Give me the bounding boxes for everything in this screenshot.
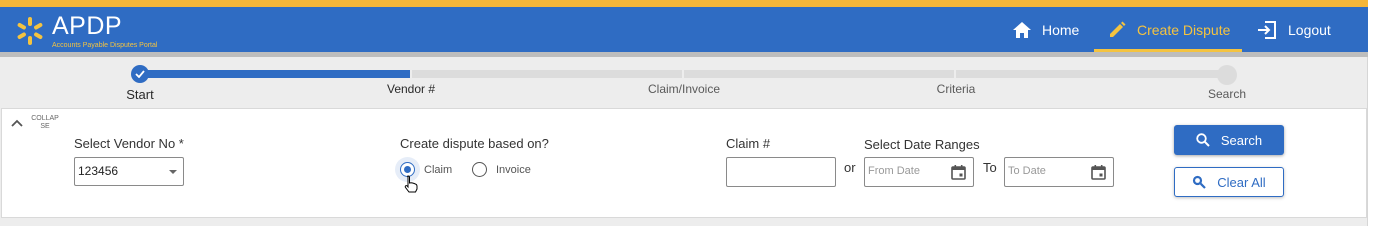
stepper-track-segment: [956, 70, 1226, 78]
step-label-criteria[interactable]: Criteria: [937, 82, 976, 96]
app-subtitle: Accounts Payable Disputes Portal: [52, 42, 158, 49]
hand-cursor-icon: [404, 175, 418, 193]
nav-create-dispute[interactable]: Create Dispute: [1093, 7, 1243, 52]
collapse-toggle[interactable]: COLLAP SE: [11, 115, 62, 131]
home-icon: [1013, 21, 1031, 38]
top-navbar: APDP Accounts Payable Disputes Portal Ho…: [0, 7, 1368, 52]
or-label: or: [844, 160, 856, 175]
nav-logout-label: Logout: [1288, 21, 1331, 38]
claim-number-label: Claim #: [726, 136, 771, 151]
step-label-start[interactable]: Start: [126, 87, 153, 102]
dropdown-caret-icon: [169, 170, 177, 174]
stepper-track-segment: [684, 70, 954, 78]
radio-invoice-label: Invoice: [496, 163, 531, 176]
stepper-track-segment: [412, 70, 682, 78]
clear-all-button-label: Clear All: [1217, 174, 1266, 190]
app-frame: APDP Accounts Payable Disputes Portal Ho…: [0, 0, 1368, 226]
search-button-label: Search: [1220, 132, 1263, 148]
to-date-placeholder: To Date: [1008, 165, 1046, 177]
to-label: To: [983, 160, 997, 175]
dispute-basis-label: Create dispute based on?: [400, 136, 549, 151]
step-end-dot[interactable]: [1217, 65, 1237, 85]
stepper-track-filled: [140, 70, 410, 78]
step-label-search[interactable]: Search: [1208, 87, 1246, 101]
step-start-dot[interactable]: [131, 65, 149, 83]
vendor-label: Select Vendor No *: [74, 136, 184, 151]
app-title[interactable]: APDP: [52, 12, 122, 40]
date-range-label: Select Date Ranges: [864, 137, 980, 152]
step-label-claim-invoice[interactable]: Claim/Invoice: [648, 82, 720, 96]
radio-claim-label: Claim: [424, 163, 453, 176]
search-criteria-panel: COLLAP SE Select Vendor No * 123456 Crea…: [1, 108, 1367, 218]
calendar-icon[interactable]: [951, 164, 966, 180]
collapse-label: COLLAP: [31, 115, 59, 122]
vendor-select-value: 123456: [78, 164, 119, 178]
from-date-placeholder: From Date: [868, 165, 920, 177]
chevron-up-icon: [11, 119, 23, 127]
nav-logout[interactable]: Logout: [1257, 7, 1331, 52]
vendor-select[interactable]: 123456: [74, 157, 184, 186]
claim-number-input[interactable]: [726, 157, 836, 187]
clear-search-icon: [1193, 175, 1207, 189]
nav-create-dispute-label: Create Dispute: [1137, 21, 1231, 38]
to-date-input[interactable]: To Date: [1004, 157, 1114, 187]
collapse-label: SE: [40, 123, 50, 130]
nav-home-label: Home: [1042, 21, 1080, 38]
clear-all-button[interactable]: Clear All: [1174, 167, 1284, 197]
search-icon: [1196, 133, 1210, 147]
pencil-icon: [1110, 21, 1126, 37]
from-date-input[interactable]: From Date: [864, 157, 974, 187]
nav-home[interactable]: Home: [1013, 7, 1079, 52]
top-accent-stripe: [0, 0, 1368, 7]
logout-icon: [1258, 20, 1276, 39]
calendar-icon[interactable]: [1091, 164, 1106, 180]
step-label-vendor[interactable]: Vendor #: [387, 82, 435, 96]
radio-invoice[interactable]: Invoice: [472, 162, 531, 177]
progress-stepper: Start Vendor # Claim/Invoice Criteria Se…: [0, 57, 1368, 107]
check-icon: [135, 70, 145, 78]
search-button[interactable]: Search: [1174, 125, 1284, 155]
spark-logo-icon: [17, 17, 43, 45]
radio-invoice-button[interactable]: [472, 162, 487, 177]
